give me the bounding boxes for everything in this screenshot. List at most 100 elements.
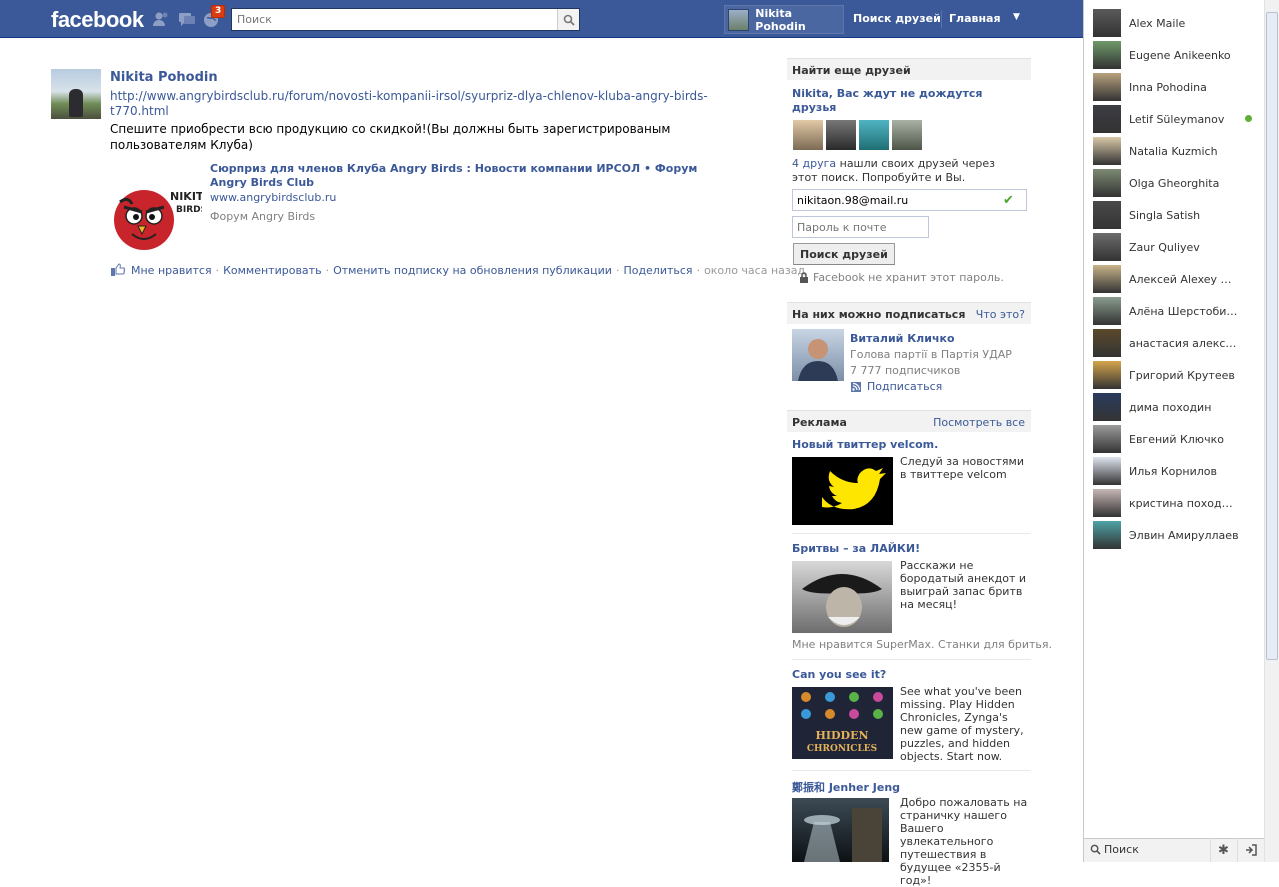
- svg-text:BIRDS: BIRDS: [176, 205, 202, 215]
- see-all-ads-link[interactable]: Посмотреть все: [933, 416, 1025, 429]
- friend-avatar: [1093, 137, 1121, 165]
- friends-count-link[interactable]: 4 друга: [792, 157, 836, 170]
- suggested-person-role: Голова партії в Партія УДАР: [850, 348, 1012, 361]
- friend-avatar: [1093, 329, 1121, 357]
- chat-friend[interactable]: кристина походина: [1093, 488, 1259, 518]
- find-friends-subtitle[interactable]: Nikita, Вас ждут не дождутся друзья: [792, 87, 992, 115]
- friend-name: Letif Süleymanov: [1129, 112, 1225, 126]
- chat-friend[interactable]: Natalia Kuzmich: [1093, 136, 1259, 166]
- ad-title[interactable]: Can you see it?: [792, 668, 886, 681]
- chat-friend[interactable]: анастасия александ...: [1093, 328, 1259, 358]
- story-author[interactable]: Nikita Pohodin: [110, 70, 218, 85]
- chat-search-input[interactable]: Поиск: [1090, 843, 1139, 856]
- ad-title[interactable]: Бритвы – за ЛАЙКИ!: [792, 542, 920, 555]
- friend-name: Евгений Ключко: [1129, 432, 1224, 446]
- friend-photo[interactable]: [891, 119, 923, 151]
- password-field[interactable]: [792, 216, 929, 238]
- find-friends-header: Найти еще друзей: [787, 58, 1031, 80]
- friend-photo[interactable]: [792, 119, 824, 151]
- attachment-image[interactable]: NIKITA BIRDS: [110, 172, 202, 254]
- friend-photo[interactable]: [825, 119, 857, 151]
- ad-title[interactable]: Новый твиттер velcom.: [792, 438, 938, 451]
- ad-text: See what you've been missing. Play Hidde…: [900, 685, 1024, 763]
- what-is-this-link[interactable]: Что это?: [976, 308, 1025, 321]
- author-avatar[interactable]: [51, 69, 101, 119]
- top-bar: facebook 3 Nikita Pohodin Поиск друзей Г…: [0, 0, 1083, 38]
- chat-friend[interactable]: Илья Корнилов: [1093, 456, 1259, 486]
- chat-friend[interactable]: Евгений Ключко: [1093, 424, 1259, 454]
- friend-avatar: [1093, 489, 1121, 517]
- ads-title: Реклама: [792, 416, 847, 429]
- email-field[interactable]: [792, 189, 1027, 211]
- chat-friend[interactable]: Алёна Шерстобитова: [1093, 296, 1259, 326]
- subscribe-header: На них можно подписаться Что это?: [787, 302, 1031, 324]
- friend-name: Alex Maile: [1129, 16, 1186, 30]
- friend-photo[interactable]: [858, 119, 890, 151]
- ad-image[interactable]: [792, 457, 893, 525]
- chat-friend[interactable]: Olga Gheorghita: [1093, 168, 1259, 198]
- friend-avatar: [1093, 73, 1121, 101]
- nav-home[interactable]: Главная: [949, 12, 1001, 25]
- friend-requests-icon[interactable]: [151, 10, 171, 28]
- ad-divider: [792, 659, 1031, 660]
- facebook-logo[interactable]: facebook: [51, 7, 144, 33]
- friend-avatar: [1093, 393, 1121, 421]
- profile-link[interactable]: Nikita Pohodin: [724, 5, 844, 34]
- chat-friend[interactable]: Letif Süleymanov: [1093, 104, 1259, 134]
- nav-find-friends[interactable]: Поиск друзей: [853, 12, 941, 25]
- rss-icon: [851, 382, 861, 392]
- ad-image[interactable]: HIDDEN CHRONICLES: [792, 687, 893, 759]
- story-url-link[interactable]: http://www.angrybirdsclub.ru/forum/novos…: [110, 89, 710, 119]
- friend-name: Элвин Амируллаев: [1129, 528, 1239, 542]
- search-input[interactable]: [232, 9, 557, 30]
- share-link[interactable]: Поделиться: [623, 264, 692, 277]
- chat-friend[interactable]: Eugene Anikeenko: [1093, 40, 1259, 70]
- suggested-person-photo[interactable]: [792, 329, 844, 381]
- twitter-bird-icon: [822, 468, 886, 510]
- story-text: Спешите приобрести всю продукцию со скид…: [110, 122, 671, 152]
- ad-social-context: Мне нравится SuperMax. Станки для бритья…: [792, 638, 1053, 651]
- friend-avatar: [1093, 361, 1121, 389]
- chat-friend[interactable]: Inna Pohodina: [1093, 72, 1259, 102]
- subscribe-label: Подписаться: [867, 380, 943, 393]
- chat-friend[interactable]: Singla Satish: [1093, 200, 1259, 230]
- friend-avatar: [1093, 265, 1121, 293]
- search-button[interactable]: [557, 9, 579, 30]
- friend-name: Алексей Alexey Фе...: [1129, 272, 1239, 286]
- subscribe-button[interactable]: Подписаться: [851, 380, 942, 394]
- chat-settings-button[interactable]: ✱: [1210, 838, 1236, 862]
- notification-count-badge: 3: [211, 5, 226, 18]
- ad-image[interactable]: [792, 561, 892, 633]
- unfollow-link[interactable]: Отменить подписку на обновления публикац…: [333, 264, 612, 277]
- account-menu-arrow-icon[interactable]: ▼: [1013, 12, 1020, 22]
- friend-avatar: [1093, 9, 1121, 37]
- attachment-title[interactable]: Сюрприз для членов Клуба Angry Birds : Н…: [210, 162, 730, 190]
- friend-name: Алёна Шерстобитова: [1129, 304, 1239, 318]
- find-friends-button[interactable]: Поиск друзей: [793, 243, 895, 265]
- attachment-domain[interactable]: www.angrybirdsclub.ru: [210, 191, 336, 204]
- gear-icon: ✱: [1218, 842, 1229, 858]
- suggested-person-name[interactable]: Виталий Кличко: [850, 332, 955, 345]
- chat-friend[interactable]: Алексей Alexey Фе...: [1093, 264, 1259, 294]
- chat-friend[interactable]: Zaur Quliyev: [1093, 232, 1259, 262]
- friend-name: Olga Gheorghita: [1129, 176, 1220, 190]
- chat-friend[interactable]: Григорий Крутеев: [1093, 360, 1259, 390]
- attachment-description: Форум Angry Birds: [210, 210, 316, 223]
- chat-popout-button[interactable]: [1237, 838, 1264, 862]
- like-link[interactable]: Мне нравится: [131, 264, 212, 277]
- chat-scrollbar-thumb[interactable]: [1266, 12, 1278, 660]
- chat-friend[interactable]: дима походин: [1093, 392, 1259, 422]
- svg-text:CHRONICLES: CHRONICLES: [807, 744, 877, 754]
- ad-title[interactable]: 鄭振和 Jenher Jeng: [792, 779, 900, 795]
- friend-avatar: [1093, 41, 1121, 69]
- checkmark-icon: ✔: [1003, 193, 1014, 208]
- chat-friend[interactable]: Элвин Амируллаев: [1093, 520, 1259, 550]
- story-actions: Мне нравится · Комментировать · Отменить…: [110, 263, 805, 277]
- friend-name: Natalia Kuzmich: [1129, 144, 1218, 158]
- comment-link[interactable]: Комментировать: [223, 264, 321, 277]
- friend-name: Singla Satish: [1129, 208, 1201, 222]
- story-timestamp[interactable]: около часа назад: [704, 264, 805, 277]
- ad-image[interactable]: [792, 798, 889, 862]
- chat-friend[interactable]: Alex Maile: [1093, 8, 1259, 38]
- messages-icon[interactable]: [177, 10, 197, 28]
